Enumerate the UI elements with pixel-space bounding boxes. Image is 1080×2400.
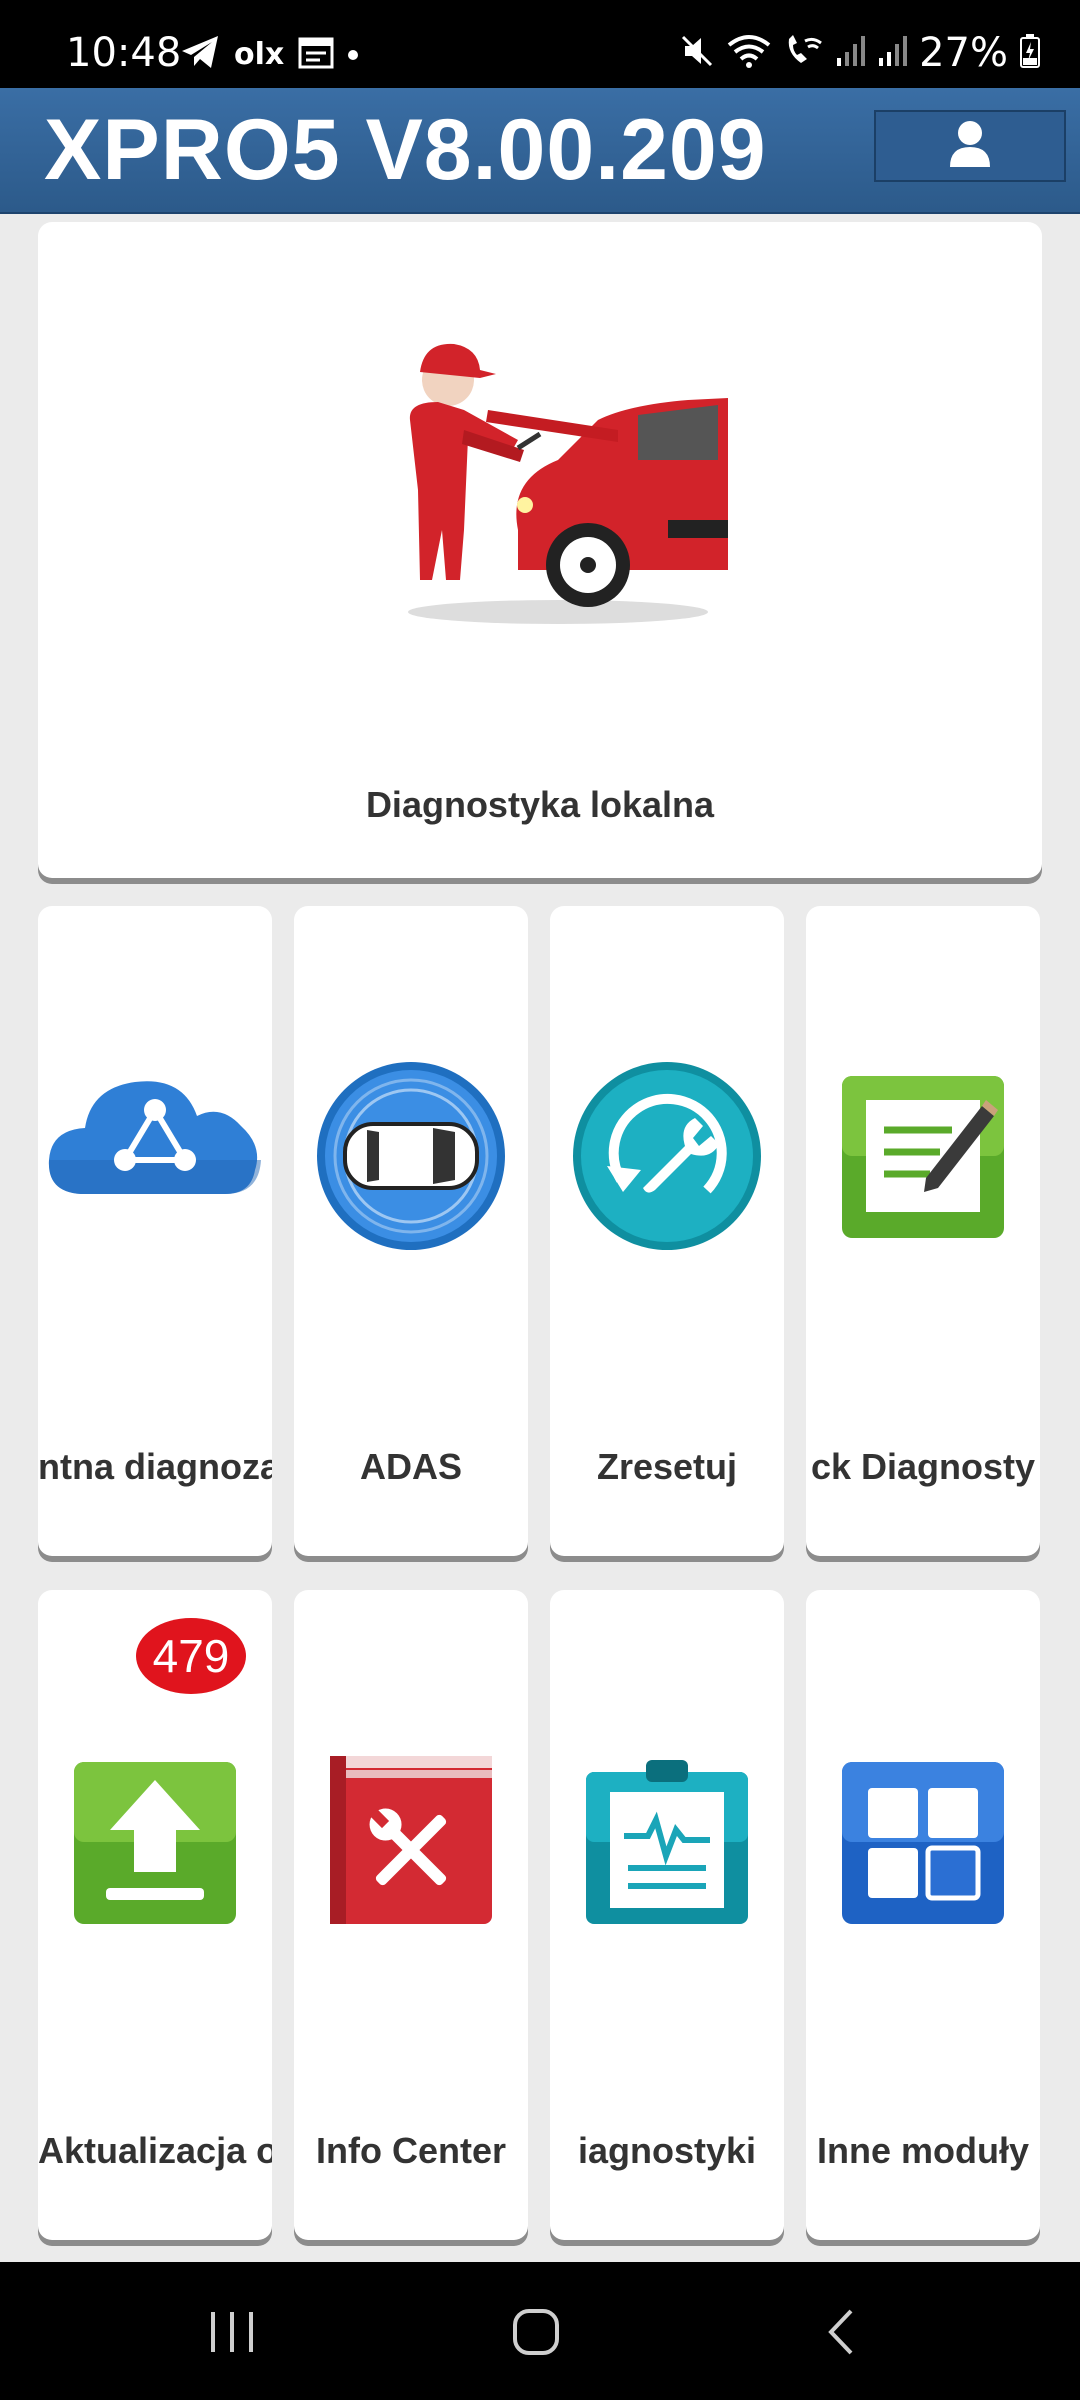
status-time: 10:48 [66,30,182,76]
recent-apps-button[interactable] [172,2298,292,2370]
local-diagnostics-card[interactable]: Diagnostyka lokalna [38,222,1042,878]
recent-apps-icon [207,2310,257,2359]
reset-wrench-icon [571,1060,763,1257]
app-header: XPRO5 V8.00.209 [0,88,1080,214]
tile-label: Aktualizacja o [38,2130,272,2171]
tile-label: iagnostyki [577,2130,757,2171]
wifi-icon [727,33,771,74]
notepad-icon [840,1074,1006,1245]
update-count-badge: 479 [136,1618,246,1694]
clipboard-waveform-icon [584,1760,750,1931]
tile-remote-diagnosis[interactable]: ntna diagnoza [38,906,272,1556]
navigation-bar [0,2262,1080,2400]
tile-label: ck Diagnosty [810,1446,1036,1487]
back-button[interactable] [780,2298,900,2370]
tile-info-center[interactable]: Info Center [294,1590,528,2240]
home-button[interactable] [476,2298,596,2370]
tile-label: Zresetuj [596,1446,738,1487]
tile-reset[interactable]: Zresetuj [550,906,784,1556]
modules-grid-icon [840,1760,1006,1931]
tile-label: ntna diagnoza [38,1446,272,1487]
status-bar: 10:48 olx 27% [0,0,1080,88]
tile-label: Inne moduły [816,2130,1029,2171]
mechanic-car-icon [368,330,738,635]
tile-adas[interactable]: ADAS [294,906,528,1556]
tile-quick-diagnostics[interactable]: ck Diagnosty [806,906,1040,1556]
telegram-icon [180,34,220,75]
olx-icon: olx [234,37,285,72]
tile-label: Info Center [315,2130,506,2171]
local-diagnostics-label: Diagnostyka lokalna [365,784,715,825]
battery-icon [1020,33,1040,73]
mute-icon [679,33,715,74]
toolbook-icon [328,1754,494,1931]
tile-diagnostics-reports[interactable]: iagnostyki [550,1590,784,2240]
tile-update[interactable]: 479 Aktualizacja o [38,1590,272,2240]
dot-icon [348,49,359,60]
app-title: XPRO5 V8.00.209 [44,102,767,198]
signal-icon [835,34,866,73]
user-icon [948,119,992,174]
wifi-call-icon [783,33,823,74]
adas-car-icon [315,1060,507,1257]
tile-other-modules[interactable]: Inne moduły [806,1590,1040,2240]
back-icon [823,2307,857,2362]
system-icons: 27% [679,30,1040,76]
home-icon [511,2307,561,2362]
cloud-network-icon [45,1056,265,1211]
notification-icons: olx [180,34,359,75]
signal-icon [877,34,908,73]
tile-label: ADAS [359,1446,462,1487]
calendar-icon [298,35,334,74]
battery-percent: 27% [919,30,1008,76]
user-button[interactable] [874,110,1066,182]
upload-icon [72,1760,238,1931]
